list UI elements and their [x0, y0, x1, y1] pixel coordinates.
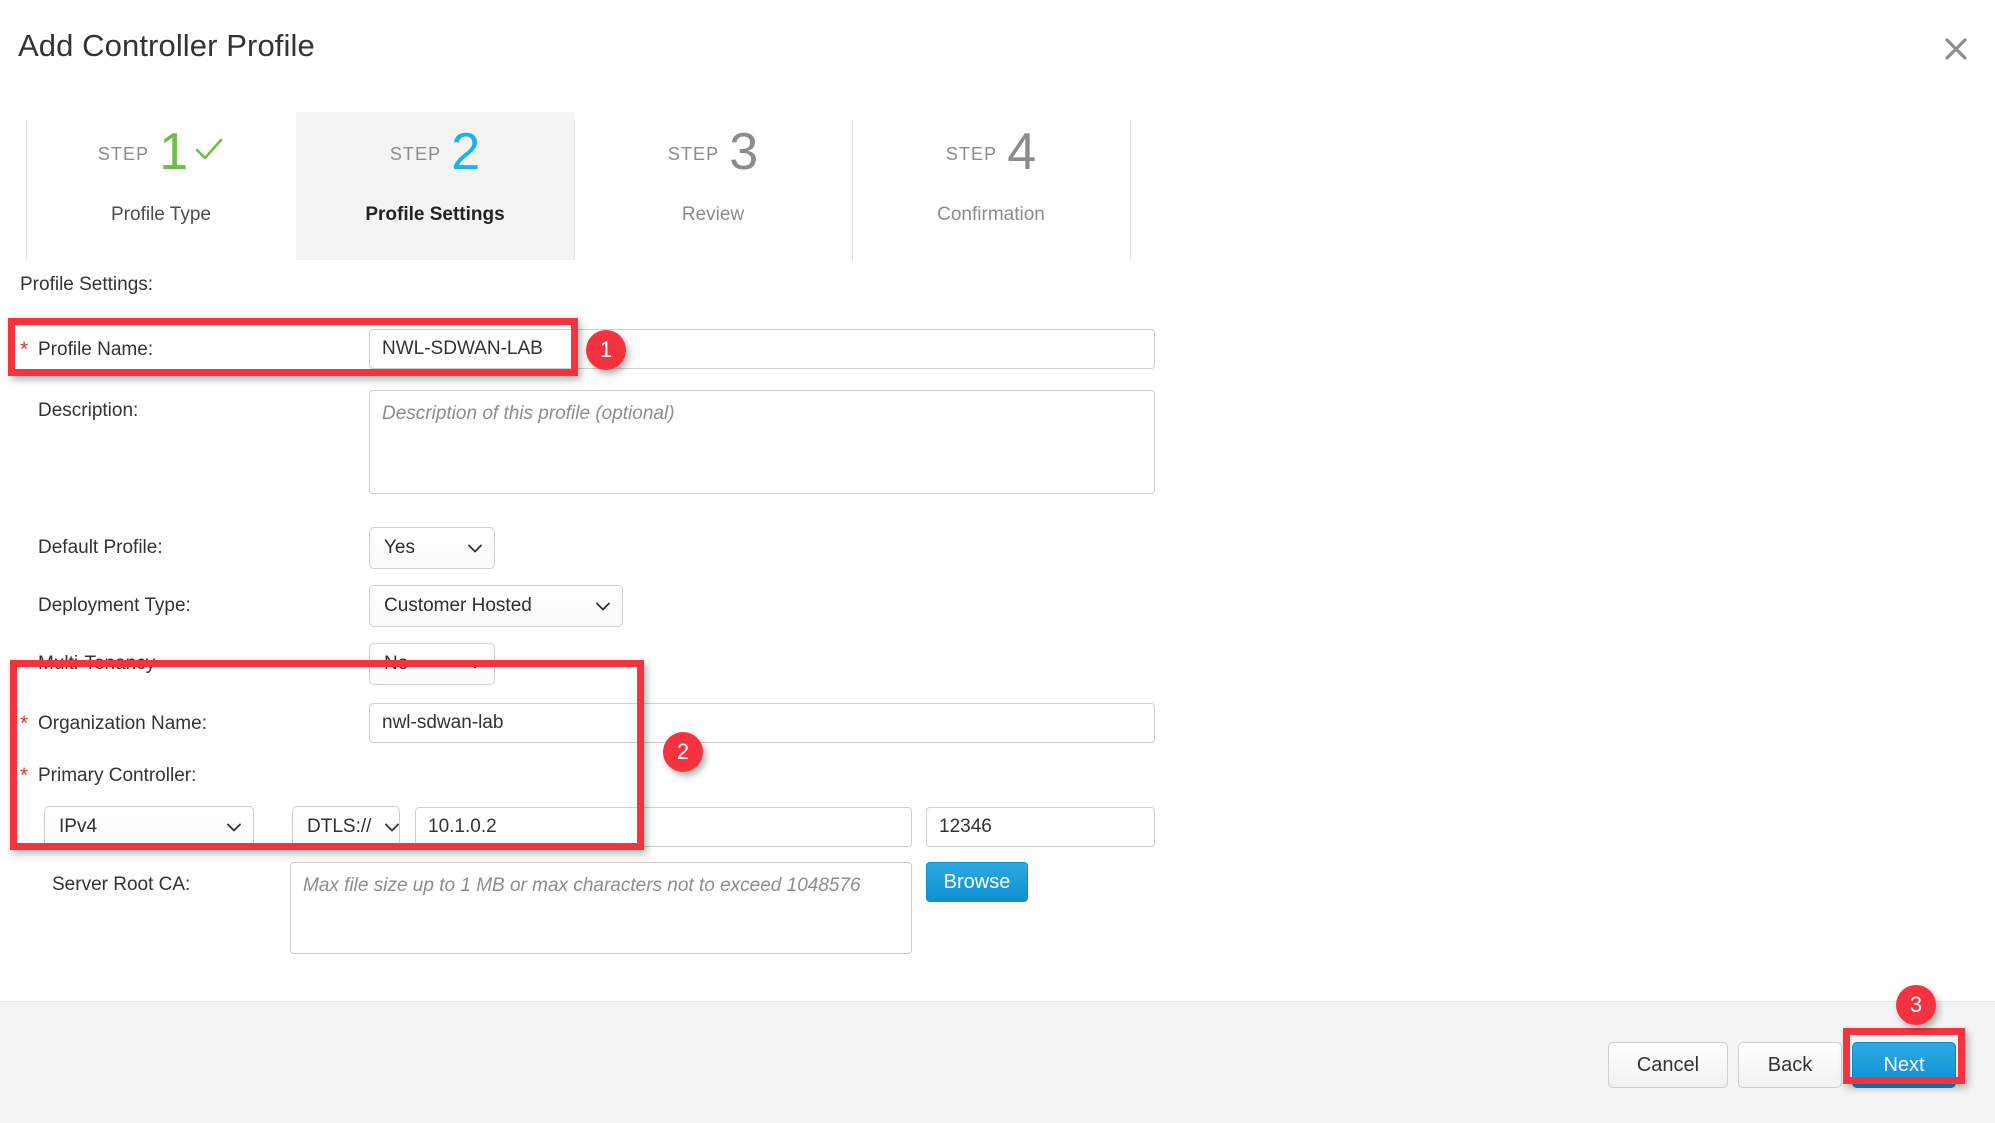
- row-multi-tenancy: Multi-Tenancy No: [0, 640, 1995, 692]
- required-star: *: [20, 338, 29, 361]
- browse-button[interactable]: Browse: [926, 862, 1028, 902]
- multi-tenancy-value: No: [384, 653, 409, 674]
- wizard-step-2[interactable]: STEP 2 Profile Settings: [296, 112, 574, 260]
- chevron-down-icon: [468, 544, 482, 552]
- wizard-step-1-label: Profile Type: [111, 204, 211, 225]
- back-button[interactable]: Back: [1738, 1042, 1842, 1088]
- page-title: Add Controller Profile: [18, 28, 315, 63]
- wizard-step-2-label: Profile Settings: [365, 204, 505, 225]
- description-label: Description:: [38, 400, 139, 421]
- wizard-step-4[interactable]: STEP 4 Confirmation: [852, 112, 1130, 260]
- organization-name-label: Organization Name:: [38, 713, 207, 734]
- server-root-ca-label: Server Root CA:: [52, 874, 191, 895]
- row-profile-name: * Profile Name:: [0, 324, 1995, 376]
- row-server-root-ca: Server Root CA: Browse: [0, 854, 1995, 994]
- step-1-head: STEP 1: [98, 112, 224, 184]
- form-section-title: Profile Settings:: [20, 274, 154, 295]
- step-4-head: STEP 4: [946, 112, 1036, 184]
- cancel-button[interactable]: Cancel: [1608, 1042, 1728, 1088]
- step-4-word: STEP: [945, 144, 998, 164]
- multi-tenancy-select[interactable]: No: [369, 643, 495, 685]
- default-profile-select[interactable]: Yes: [369, 527, 495, 569]
- row-organization-name: * Organization Name:: [0, 700, 1995, 752]
- add-controller-profile-dialog: Add Controller Profile STEP 1 Profile Ty…: [0, 0, 1995, 1123]
- step-4-number: 4: [1007, 123, 1037, 181]
- protocol-select[interactable]: DTLS://: [292, 806, 400, 848]
- row-primary-controller-label: * Primary Controller:: [0, 752, 1995, 798]
- deployment-type-select[interactable]: Customer Hosted: [369, 585, 623, 627]
- protocol-value: DTLS://: [307, 816, 372, 837]
- description-textarea[interactable]: [369, 390, 1155, 494]
- step-divider: [1130, 120, 1131, 260]
- chevron-down-icon: [596, 602, 610, 610]
- step-2-number: 2: [451, 123, 481, 181]
- chevron-down-icon: [385, 823, 400, 831]
- step-1-word: STEP: [97, 144, 150, 164]
- wizard-steps: STEP 1 Profile Type STEP 2 Profile Setti…: [0, 112, 1995, 260]
- row-default-profile: Default Profile: Yes: [0, 524, 1995, 576]
- step-3-number: 3: [729, 123, 759, 181]
- required-star: *: [20, 764, 29, 787]
- row-deployment-type: Deployment Type: Customer Hosted: [0, 582, 1995, 634]
- multi-tenancy-label: Multi-Tenancy: [38, 653, 156, 674]
- wizard-step-1[interactable]: STEP 1 Profile Type: [26, 112, 296, 260]
- close-icon[interactable]: [1935, 28, 1977, 70]
- default-profile-label: Default Profile:: [38, 537, 163, 558]
- controller-address-input[interactable]: [415, 807, 912, 847]
- chevron-down-icon: [227, 823, 241, 831]
- primary-controller-label: Primary Controller:: [38, 765, 197, 786]
- profile-name-input[interactable]: [369, 329, 1155, 369]
- wizard-step-3[interactable]: STEP 3 Review: [574, 112, 852, 260]
- server-root-ca-textarea[interactable]: [290, 862, 912, 954]
- next-button[interactable]: Next: [1852, 1042, 1956, 1088]
- step-2-word: STEP: [389, 144, 442, 164]
- chevron-down-icon: [468, 660, 482, 668]
- check-icon: [194, 137, 224, 168]
- profile-name-label: Profile Name:: [38, 339, 154, 360]
- required-star: *: [20, 712, 29, 735]
- ip-version-value: IPv4: [59, 816, 98, 837]
- controller-port-input[interactable]: [926, 807, 1155, 847]
- deployment-type-label: Deployment Type:: [38, 595, 191, 616]
- step-1-number: 1: [159, 123, 189, 181]
- deployment-type-value: Customer Hosted: [384, 595, 532, 616]
- wizard-step-4-label: Confirmation: [937, 204, 1045, 225]
- step-2-head: STEP 2: [390, 112, 480, 184]
- wizard-step-3-label: Review: [681, 204, 745, 225]
- step-3-head: STEP 3: [668, 112, 758, 184]
- dialog-footer: Cancel Back Next: [0, 1001, 1995, 1123]
- step-3-word: STEP: [667, 144, 720, 164]
- dialog-header: Add Controller Profile: [0, 0, 1995, 100]
- ip-version-select[interactable]: IPv4: [44, 806, 254, 848]
- organization-name-input[interactable]: [369, 703, 1155, 743]
- row-description: Description:: [0, 382, 1995, 512]
- row-primary-controller-fields: IPv4 DTLS://: [0, 800, 1995, 852]
- default-profile-value: Yes: [384, 537, 415, 558]
